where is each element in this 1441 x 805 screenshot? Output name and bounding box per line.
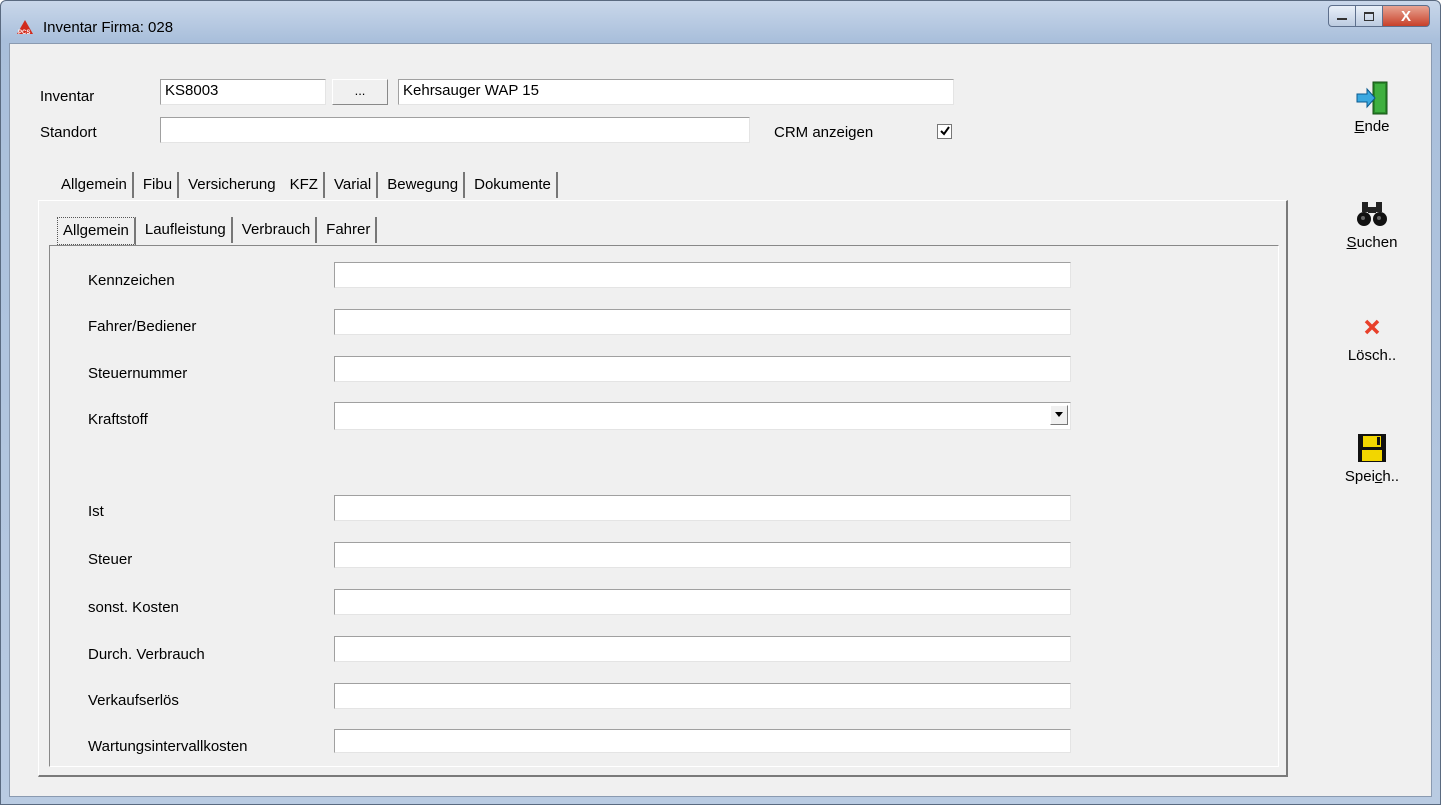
title-bar[interactable]: PCS Inventar Firma: 028 X xyxy=(1,1,1440,43)
tab-kfz[interactable]: KFZ xyxy=(284,172,325,198)
client-area: Inventar KS8003 ... Kehrsauger WAP 15 St… xyxy=(9,43,1432,797)
window-controls: X xyxy=(1328,5,1430,27)
svg-text:PCS: PCS xyxy=(18,30,30,36)
subtab-allgemein[interactable]: Allgemein xyxy=(57,217,136,245)
browse-button[interactable]: ... xyxy=(332,79,388,105)
subtab-fahrer[interactable]: Fahrer xyxy=(321,217,378,243)
loesch-button[interactable]: Lösch.. xyxy=(1332,307,1412,364)
durch-verbrauch-field[interactable] xyxy=(334,636,1071,662)
standort-label: Standort xyxy=(40,124,97,141)
subtab-verbrauch[interactable]: Verbrauch xyxy=(237,217,318,243)
sonst-kosten-field[interactable] xyxy=(334,589,1071,615)
maximize-icon xyxy=(1364,11,1374,21)
binoculars-icon xyxy=(1357,202,1387,226)
inventar-description-field[interactable]: Kehrsauger WAP 15 xyxy=(398,79,954,105)
inventar-number-field[interactable]: KS8003 xyxy=(160,79,326,105)
chevron-down-icon xyxy=(1055,412,1063,417)
speich-button[interactable]: Speich.. xyxy=(1332,428,1412,485)
tab-versicherung[interactable]: Versicherung xyxy=(183,172,281,198)
speich-label-pre: Spei xyxy=(1344,468,1375,485)
ist-field[interactable] xyxy=(334,495,1071,521)
verkaufserloes-label: Verkaufserlös xyxy=(88,692,179,709)
kennzeichen-field[interactable] xyxy=(334,262,1071,288)
steuernummer-label: Steuernummer xyxy=(88,365,188,382)
ende-mnemonic: E xyxy=(1354,118,1365,135)
suchen-button[interactable]: Suchen xyxy=(1332,194,1412,251)
exit-door-icon xyxy=(1356,81,1388,115)
wartung-field[interactable] xyxy=(334,729,1071,753)
ende-label: nde xyxy=(1364,118,1390,135)
inventar-label: Inventar xyxy=(40,88,95,105)
pcs-app-icon: PCS xyxy=(17,20,33,36)
subtab-laufleistung[interactable]: Laufleistung xyxy=(140,217,233,243)
steuer-field[interactable] xyxy=(334,542,1071,568)
crm-checkbox[interactable] xyxy=(937,124,952,139)
tab-varial[interactable]: Varial xyxy=(329,172,379,198)
steuernummer-field[interactable] xyxy=(334,356,1071,382)
minimize-icon xyxy=(1337,18,1347,20)
dropdown-arrow-icon[interactable] xyxy=(1050,405,1068,425)
speich-label-post: h.. xyxy=(1382,468,1400,485)
ist-label: Ist xyxy=(88,503,104,520)
tab-bewegung[interactable]: Bewegung xyxy=(382,172,466,198)
close-icon: X xyxy=(1400,7,1411,25)
tab-fibu[interactable]: Fibu xyxy=(138,172,180,198)
suchen-label: uchen xyxy=(1356,234,1398,251)
loesch-label: Lösch.. xyxy=(1347,347,1397,364)
main-tabs: Allgemein Fibu Versicherung KFZ Varial B… xyxy=(56,172,562,198)
wartung-label: Wartungsintervallkosten xyxy=(88,738,248,755)
sub-tabs: Allgemein Laufleistung Verbrauch Fahrer xyxy=(57,217,381,245)
save-floppy-icon xyxy=(1358,434,1386,462)
crm-label: CRM anzeigen xyxy=(774,124,874,141)
ende-button[interactable]: Ende xyxy=(1332,78,1412,135)
steuer-label: Steuer xyxy=(88,551,133,568)
standort-field[interactable] xyxy=(160,117,750,143)
kraftstoff-select[interactable] xyxy=(334,402,1071,430)
fahrer-label: Fahrer/Bediener xyxy=(88,318,197,335)
delete-x-icon xyxy=(1364,319,1380,335)
fahrer-field[interactable] xyxy=(334,309,1071,335)
sonst-kosten-label: sonst. Kosten xyxy=(88,599,179,616)
kraftstoff-label: Kraftstoff xyxy=(88,411,148,428)
app-window: PCS Inventar Firma: 028 X Inventar KS800… xyxy=(0,0,1441,805)
checkmark-icon xyxy=(939,126,950,136)
window-title: Inventar Firma: 028 xyxy=(43,19,174,36)
kennzeichen-label: Kennzeichen xyxy=(88,272,175,289)
maximize-button[interactable] xyxy=(1355,5,1383,27)
kfz-tab-panel: Allgemein Laufleistung Verbrauch Fahrer … xyxy=(38,200,1288,777)
tab-allgemein[interactable]: Allgemein xyxy=(56,172,134,198)
close-button[interactable]: X xyxy=(1382,5,1430,27)
minimize-button[interactable] xyxy=(1328,5,1356,27)
tab-dokumente[interactable]: Dokumente xyxy=(469,172,558,198)
subtab-panel: Kennzeichen Fahrer/Bediener Steuernummer… xyxy=(49,245,1279,767)
verkaufserloes-field[interactable] xyxy=(334,683,1071,709)
durch-verbrauch-label: Durch. Verbrauch xyxy=(88,646,205,663)
suchen-mnemonic: S xyxy=(1346,234,1357,251)
